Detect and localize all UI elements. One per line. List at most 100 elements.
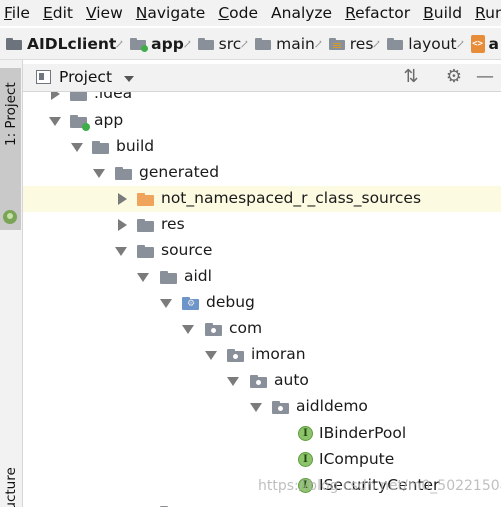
expand-arrow-icon[interactable]: [118, 219, 127, 231]
folder-icon: [387, 37, 404, 50]
menu-analyze[interactable]: Analyze: [267, 4, 341, 22]
gear-icon[interactable]: ⚙: [443, 67, 465, 87]
tree-row[interactable]: generated: [23, 160, 501, 186]
menu-file[interactable]: File: [0, 4, 39, 22]
collapse-arrow-icon[interactable]: [205, 351, 217, 360]
folder-icon: [92, 141, 109, 154]
breadcrumb-item-app[interactable]: app: [124, 35, 186, 53]
breadcrumb-item-src[interactable]: src: [192, 35, 244, 53]
menu-run-label: un: [485, 4, 501, 22]
android-icon: [3, 210, 17, 224]
tree-item-label: auto: [274, 371, 309, 389]
menu-edit-mnemonic: E: [42, 4, 53, 22]
breadcrumb-label: res: [349, 34, 374, 53]
tree-item-label: aidldemo: [296, 397, 368, 415]
collapse-arrow-icon[interactable]: [71, 143, 83, 152]
interface-icon: I: [298, 426, 313, 441]
menu-view-mnemonic: V: [85, 4, 97, 22]
menu-bar: File Edit View Navigate Code Analyze Ref…: [0, 0, 501, 26]
tree-row-partial[interactable]: [23, 499, 501, 507]
breadcrumb-label: a: [488, 34, 499, 53]
folder-icon: [137, 245, 154, 258]
package-icon: [227, 349, 244, 362]
tree-item-label: generated: [139, 163, 220, 181]
menu-build-label: uild: [433, 4, 463, 22]
tree-row[interactable]: com: [23, 316, 501, 342]
tree-item-label: imoran: [251, 345, 306, 363]
tree-item-label: com: [229, 319, 263, 337]
collapse-arrow-icon[interactable]: [250, 403, 262, 412]
tree-item-label: build: [116, 137, 155, 155]
menu-build[interactable]: Build: [419, 4, 471, 22]
project-tool-window-header: Project ⇅ ⚙ —: [23, 64, 501, 92]
menu-refactor-mnemonic: R: [345, 4, 356, 22]
package-icon: [250, 375, 267, 388]
project-tab-label: 1: Project: [3, 82, 19, 146]
breadcrumb-item-res[interactable]: res: [323, 35, 376, 53]
breadcrumb-item-aidlclient[interactable]: AIDLclient: [0, 35, 118, 53]
menu-refactor[interactable]: Refactor: [341, 4, 419, 22]
menu-file-mnemonic: F: [4, 4, 12, 22]
tree-item-label: .idea: [94, 92, 133, 102]
menu-file-label: ile: [11, 4, 30, 22]
structure-tool-tab[interactable]: Structure: [0, 440, 21, 507]
xml-file-icon: <>: [470, 34, 485, 53]
tree-row[interactable]: app: [23, 108, 501, 134]
tree-item-label: app: [94, 111, 124, 129]
menu-navigate-label: avigate: [147, 4, 206, 22]
menu-code[interactable]: Code: [214, 4, 267, 22]
tree-row[interactable]: build: [23, 134, 501, 160]
tree-row[interactable]: ⚙ debug: [23, 290, 501, 316]
breadcrumb-label: app: [151, 34, 184, 53]
tree-item-label: ICompute: [319, 450, 395, 468]
project-view-icon: [36, 70, 51, 84]
tree-row-selected[interactable]: not_namespaced_r_class_sources: [23, 186, 501, 212]
folder-icon: [137, 219, 154, 232]
minimize-icon[interactable]: —: [474, 67, 496, 87]
tool-window-title[interactable]: Project: [59, 68, 112, 86]
package-icon: [272, 401, 289, 414]
expand-arrow-icon[interactable]: [118, 193, 127, 205]
menu-navigate[interactable]: Navigate: [132, 4, 215, 22]
breadcrumb-label: main: [276, 34, 315, 53]
folder-icon: [115, 167, 132, 180]
menu-run[interactable]: Run: [471, 4, 501, 22]
tree-item-label: source: [161, 241, 213, 259]
menu-code-label: ode: [229, 4, 259, 22]
breadcrumb-item-main[interactable]: main: [249, 35, 317, 53]
folder-icon: [197, 37, 214, 50]
tree-row[interactable]: I IBinderPool: [23, 421, 501, 447]
tree-row[interactable]: imoran: [23, 342, 501, 368]
source-folder-icon: ⚙: [182, 297, 199, 310]
project-tree: .idea app build generated not_namespaced…: [23, 92, 501, 507]
collapse-arrow-icon[interactable]: [182, 325, 194, 334]
tree-row[interactable]: I ICompute: [23, 447, 501, 473]
menu-edit[interactable]: Edit: [39, 4, 82, 22]
breadcrumb-item-layout[interactable]: layout: [381, 35, 458, 53]
collapse-arrow-icon[interactable]: [160, 299, 172, 308]
expand-arrow-icon[interactable]: [51, 92, 60, 100]
breadcrumb-label: layout: [408, 34, 457, 53]
breadcrumb-label: src: [218, 34, 242, 53]
collapse-all-icon[interactable]: ⇅: [400, 67, 422, 87]
tree-row[interactable]: auto: [23, 368, 501, 394]
chevron-down-icon[interactable]: [124, 76, 134, 82]
tree-row[interactable]: aidl: [23, 264, 501, 290]
breadcrumb-item-layout-file[interactable]: <> a: [465, 34, 501, 53]
tree-row[interactable]: aidldemo: [23, 394, 501, 420]
collapse-arrow-icon[interactable]: [115, 247, 127, 256]
project-tool-tab[interactable]: 1: Project: [0, 68, 21, 230]
collapse-arrow-icon[interactable]: [227, 377, 239, 386]
menu-run-mnemonic: R: [475, 4, 486, 22]
tree-item-label: res: [161, 215, 185, 233]
tree-row[interactable]: res: [23, 212, 501, 238]
menu-code-mnemonic: C: [218, 4, 230, 22]
tree-row[interactable]: source: [23, 238, 501, 264]
collapse-arrow-icon[interactable]: [49, 117, 61, 126]
menu-view[interactable]: View: [82, 4, 132, 22]
watermark: https://blog.csdn.net/m0_50221508: [258, 478, 501, 494]
collapse-arrow-icon[interactable]: [93, 169, 105, 178]
project-folder-icon: [6, 37, 22, 50]
tree-row[interactable]: .idea: [23, 92, 501, 107]
collapse-arrow-icon[interactable]: [137, 273, 149, 282]
